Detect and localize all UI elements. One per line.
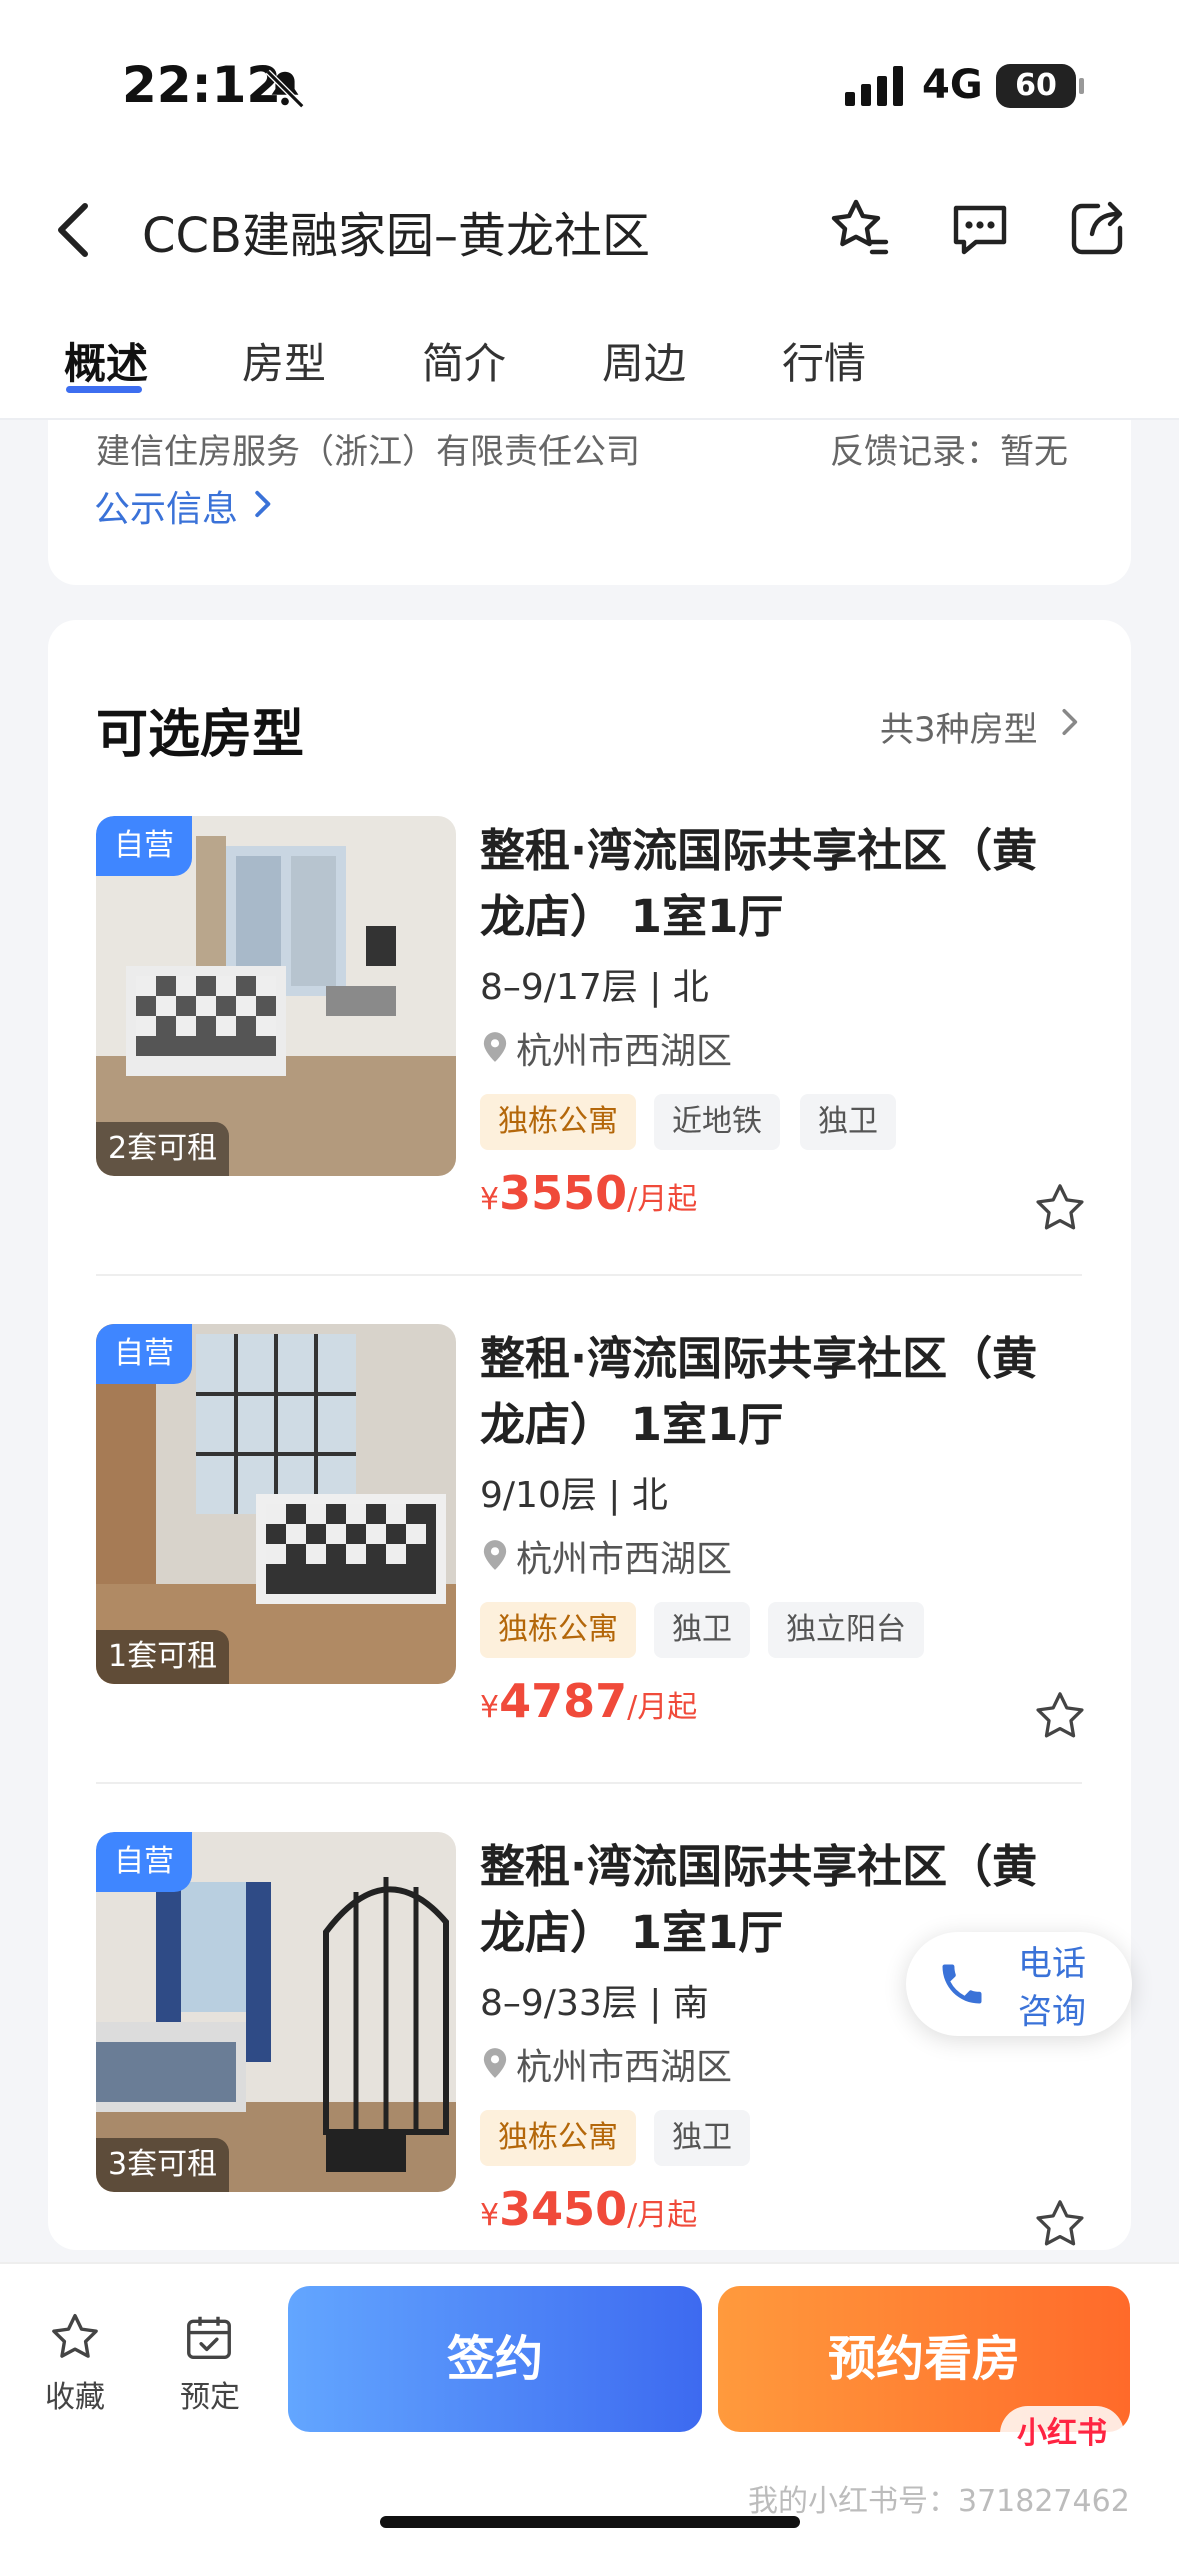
self-operated-badge: 自营 <box>96 1832 192 1892</box>
price-value: 4787 <box>499 1674 628 1728</box>
room-tag: 独立阳台 <box>768 1602 924 1658</box>
location-pin-icon <box>483 1540 507 1570</box>
favorite-star-icon[interactable] <box>1032 1688 1088 1744</box>
room-name[interactable]: 整租·湾流国际共享社区（黄龙店） 1室1厅 <box>480 1326 1080 1458</box>
chevron-right-icon[interactable] <box>1058 706 1080 738</box>
phone-label-line1[interactable]: 电话 <box>1018 1936 1086 1985</box>
status-time: 22:12 <box>122 56 282 114</box>
message-icon[interactable] <box>948 196 1012 260</box>
room-location: 杭州市西湖区 <box>516 1539 733 1580</box>
room-photo[interactable]: 自营 3套可租 <box>96 1832 456 2192</box>
battery-indicator: 60 <box>996 64 1084 108</box>
network-type: 4G <box>922 62 983 108</box>
active-tab-indicator <box>66 386 142 393</box>
self-operated-badge: 自营 <box>96 1324 192 1384</box>
status-bar: 22:12 4G 60 <box>0 0 1179 170</box>
page-title: CCB建融家园–黄龙社区 <box>142 208 650 264</box>
share-icon[interactable] <box>1066 196 1130 260</box>
phone-label-line2[interactable]: 咨询 <box>1018 1984 1086 2033</box>
reserve-label[interactable]: 预定 <box>180 2372 240 2416</box>
price-symbol: ¥ <box>480 1690 500 1725</box>
silent-bell-icon <box>265 69 305 109</box>
room-card[interactable]: 自营 2套可租 整租·湾流国际共享社区（黄龙店） 1室1厅 8–9/17层 | … <box>96 816 1084 1236</box>
room-tag: 近地铁 <box>654 1094 780 1150</box>
room-tag: 独卫 <box>654 1602 750 1658</box>
availability-label: 3套可租 <box>96 2138 230 2192</box>
price-value: 3550 <box>499 1166 628 1220</box>
favorite-star-icon[interactable] <box>48 2310 102 2364</box>
room-tag: 独卫 <box>800 1094 896 1150</box>
price-unit: /月起 <box>627 2198 698 2233</box>
chevron-right-icon[interactable] <box>250 488 274 520</box>
room-name[interactable]: 整租·湾流国际共享社区（黄龙店） 1室1厅 <box>480 818 1080 950</box>
cell-signal-icon <box>845 66 903 106</box>
watermark-logo: 小红书 <box>1000 2406 1124 2462</box>
room-price: ¥4787/月起 <box>480 1674 697 1728</box>
room-photo[interactable]: 自营 1套可租 <box>96 1324 456 1684</box>
divider <box>96 1782 1082 1784</box>
availability-label: 1套可租 <box>96 1630 230 1684</box>
home-indicator[interactable] <box>380 2516 800 2528</box>
room-floor-orientation: 8–9/33层 | 南 <box>480 1983 709 2024</box>
location-pin-icon <box>483 1032 507 1062</box>
favorite-star-icon[interactable] <box>1032 2196 1088 2252</box>
price-unit: /月起 <box>627 1182 698 1217</box>
room-price: ¥3550/月起 <box>480 1166 697 1220</box>
tab-overview[interactable]: 概述 <box>64 330 148 391</box>
company-name: 建信住房服务（浙江）有限责任公司 <box>96 432 640 472</box>
tab-market[interactable]: 行情 <box>782 330 866 391</box>
phone-icon[interactable] <box>936 1958 988 2010</box>
room-price: ¥3450/月起 <box>480 2182 697 2236</box>
divider <box>96 1274 1082 1276</box>
tab-bar: 概述 房型 简介 周边 行情 <box>0 330 1179 420</box>
room-floor-orientation: 9/10层 | 北 <box>480 1475 668 1516</box>
public-info-link[interactable]: 公示信息 <box>94 480 238 532</box>
room-card[interactable]: 自营 3套可租 整租·湾流国际共享社区（黄龙店） 1室1厅 8–9/33层 | … <box>96 1832 1084 2252</box>
price-symbol: ¥ <box>480 2198 500 2233</box>
feedback-record: 反馈记录：暂无 <box>830 432 1068 472</box>
location-pin-icon <box>483 2048 507 2078</box>
calendar-check-icon[interactable] <box>182 2310 236 2364</box>
room-card[interactable]: 自营 1套可租 整租·湾流国际共享社区（黄龙店） 1室1厅 9/10层 | 北 … <box>96 1324 1084 1744</box>
tab-nearby[interactable]: 周边 <box>602 330 686 391</box>
section-title: 可选房型 <box>96 705 305 765</box>
all-room-types-link[interactable]: 共3种房型 <box>880 702 1038 751</box>
room-tag: 独卫 <box>654 2110 750 2166</box>
room-floor-orientation: 8–9/17层 | 北 <box>480 967 709 1008</box>
room-location: 杭州市西湖区 <box>516 1031 733 1072</box>
room-photo[interactable]: 自营 2套可租 <box>96 816 456 1176</box>
availability-label: 2套可租 <box>96 1122 230 1176</box>
self-operated-badge: 自营 <box>96 816 192 876</box>
favorite-star-icon[interactable] <box>828 196 892 260</box>
tab-intro[interactable]: 简介 <box>422 330 506 391</box>
favorite-label[interactable]: 收藏 <box>45 2372 105 2416</box>
room-tag: 独栋公寓 <box>480 1094 636 1150</box>
price-unit: /月起 <box>627 1690 698 1725</box>
favorite-star-icon[interactable] <box>1032 1180 1088 1236</box>
room-tag: 独栋公寓 <box>480 1602 636 1658</box>
price-symbol: ¥ <box>480 1182 500 1217</box>
sign-contract-button[interactable]: 签约 <box>288 2286 702 2432</box>
tab-room-types[interactable]: 房型 <box>242 330 326 391</box>
room-tag: 独栋公寓 <box>480 2110 636 2166</box>
back-arrow-icon[interactable] <box>48 200 98 260</box>
price-value: 3450 <box>499 2182 628 2236</box>
room-location: 杭州市西湖区 <box>516 2047 733 2088</box>
watermark-text: 我的小红书号：371827462 <box>748 2484 1130 2519</box>
